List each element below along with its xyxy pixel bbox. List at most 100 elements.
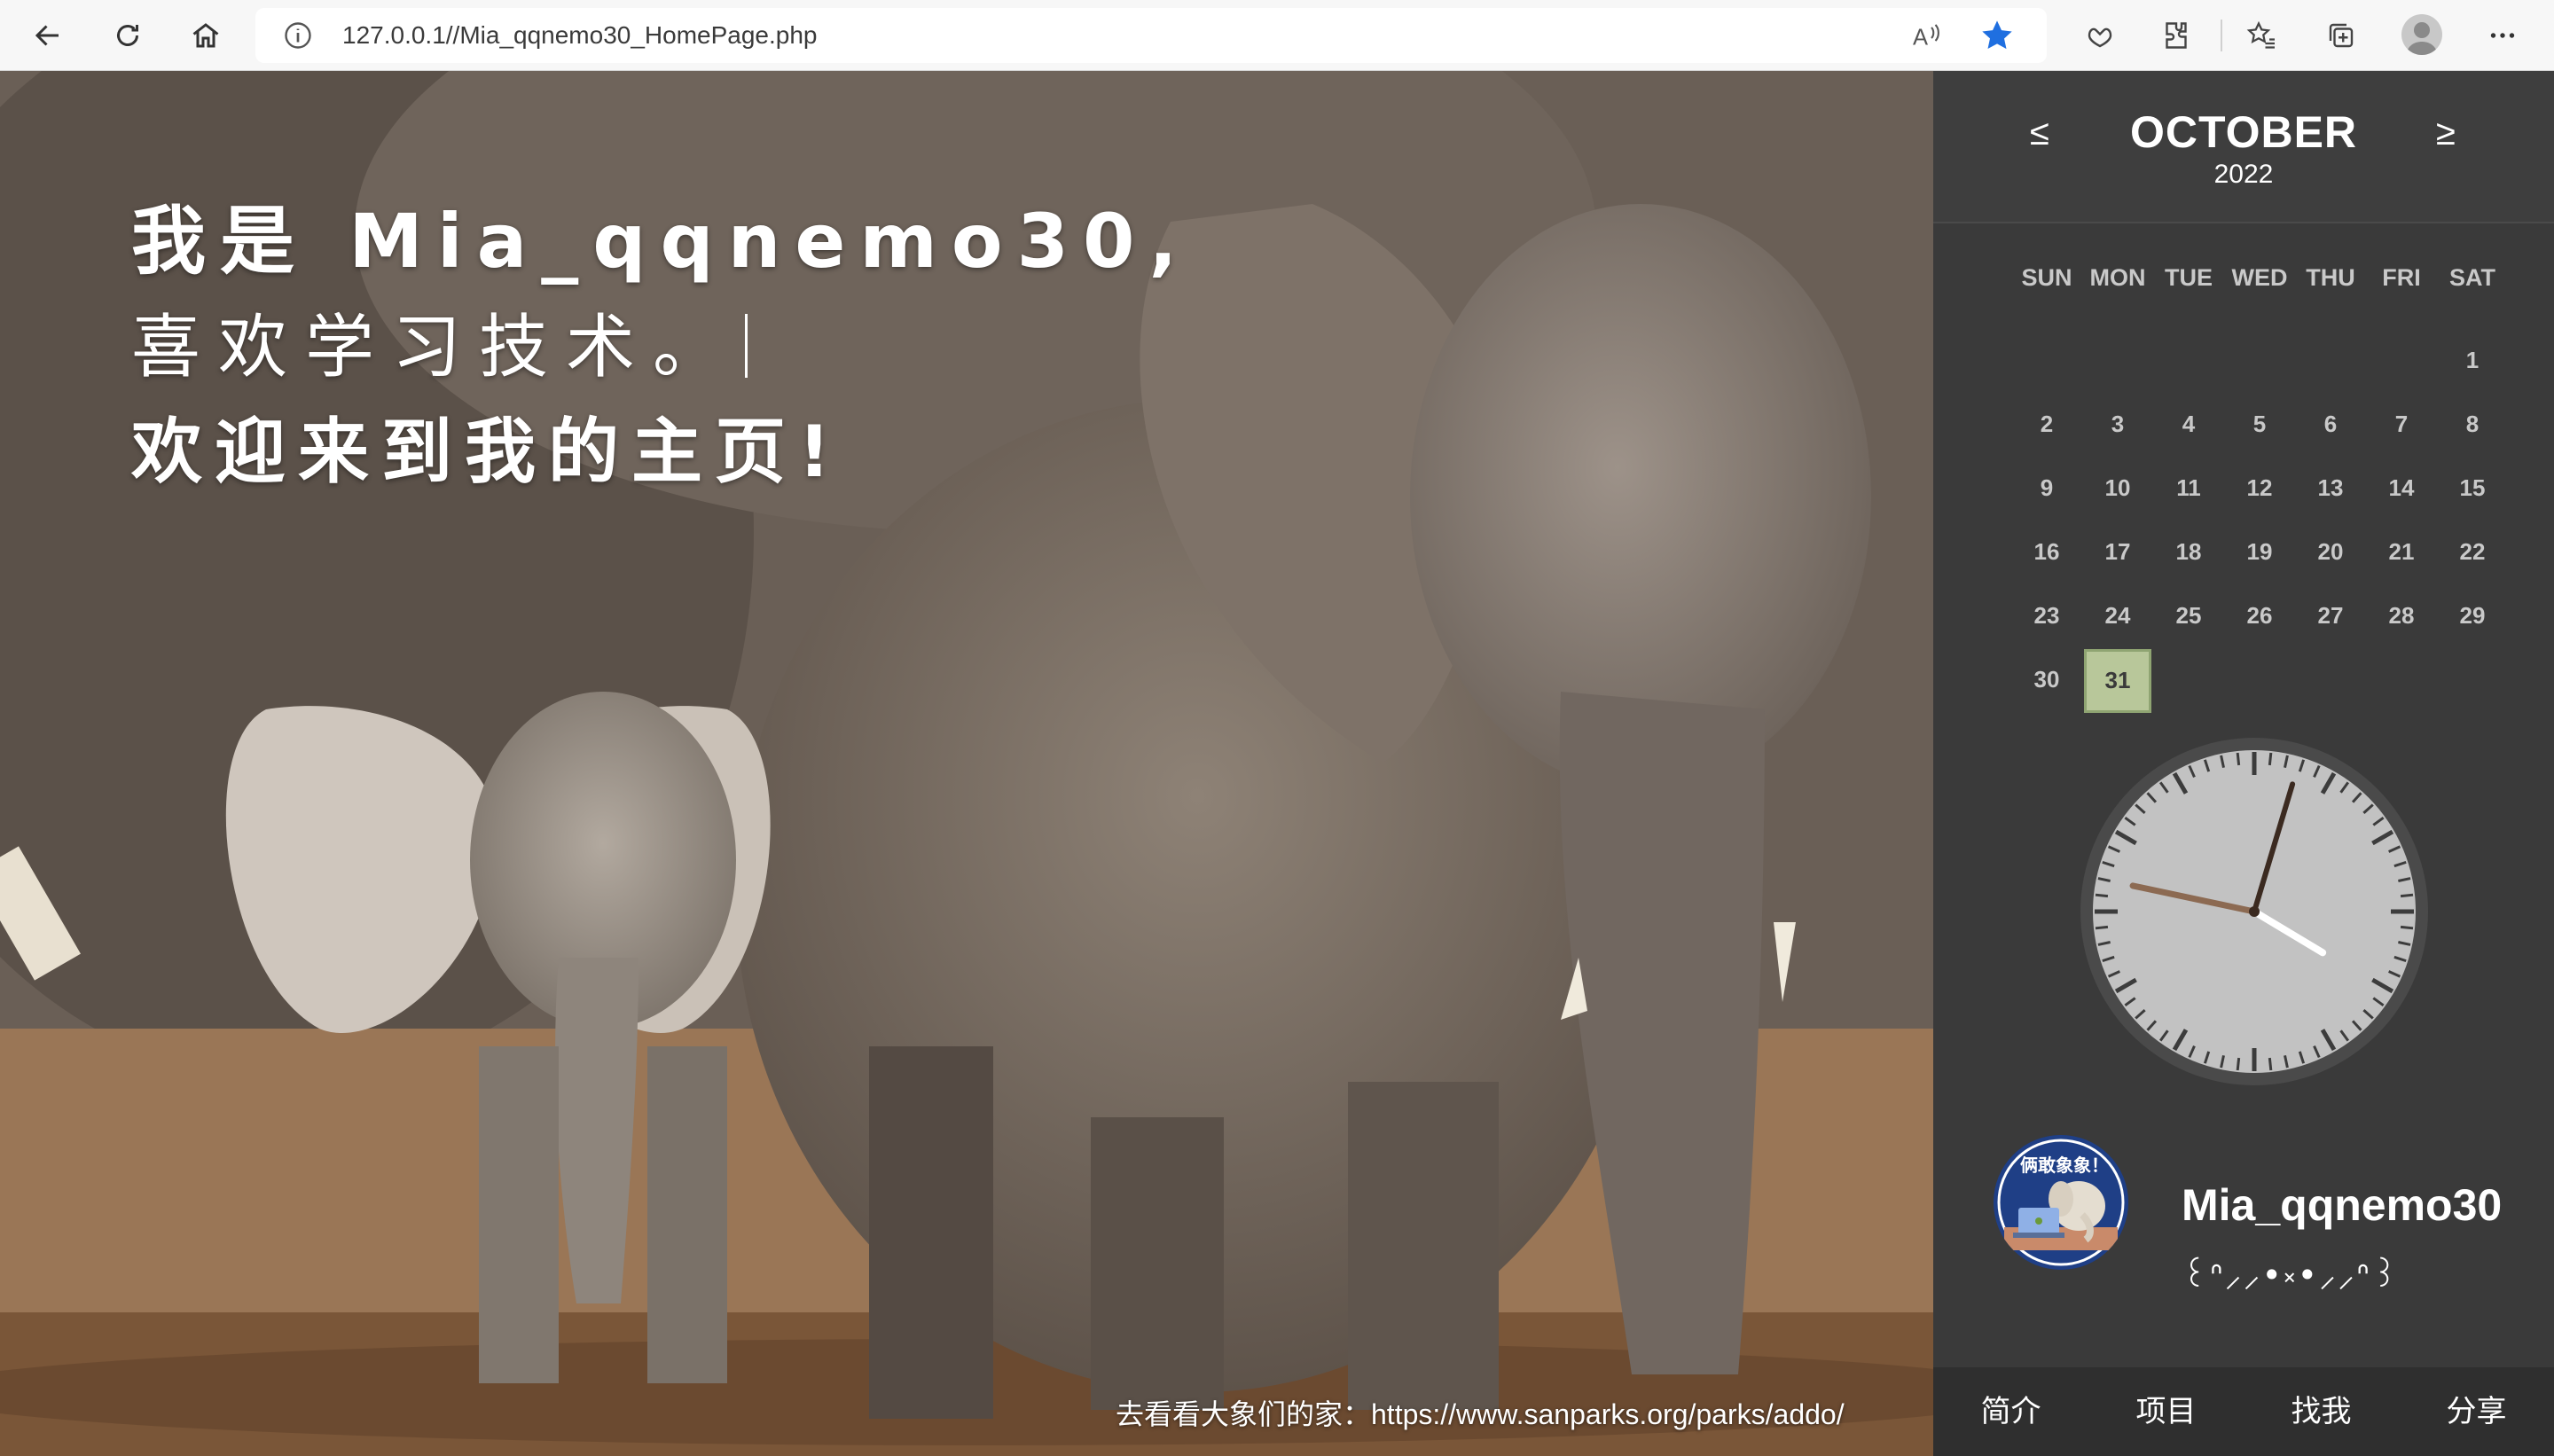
calendar-day-15[interactable]: 15 xyxy=(2437,456,2508,520)
greeting-block: 我是 Mia_qqnemo30, 喜欢学习技术。 欢迎来到我的主页! xyxy=(131,188,1191,504)
calendar-day-5[interactable]: 5 xyxy=(2224,392,2295,456)
weekday-thu: THU xyxy=(2306,264,2355,291)
home-icon xyxy=(192,23,219,48)
sidebar-nav: 简介 项目 找我 分享 xyxy=(1933,1367,2554,1456)
calendar-days: 1 2 3 4 5 6 7 8 9 10 11 12 13 14 15 16 17 18 19 20 21 22 23 24 2… xyxy=(2011,328,2508,713)
avatar-banner-text: 俩敢象象！ xyxy=(2020,1155,2109,1176)
calendar-day-19[interactable]: 19 xyxy=(2224,520,2295,583)
extensions-button[interactable] xyxy=(2153,12,2199,59)
home-button[interactable] xyxy=(183,12,229,59)
calendar-day-8[interactable]: 8 xyxy=(2437,392,2508,456)
svg-text:A: A xyxy=(1913,26,1928,51)
calendar-empty-cell xyxy=(2011,328,2082,392)
calendar-day-12[interactable]: 12 xyxy=(2224,456,2295,520)
profile-kaomoji: ꒰ᐢ⸝⸝•༝•⸝⸝ᐢ꒱ xyxy=(2182,1256,2400,1295)
calendar-day-9[interactable]: 9 xyxy=(2011,456,2082,520)
read-aloud-icon[interactable]: A xyxy=(1910,20,1942,51)
nav-item-1[interactable]: 项目 xyxy=(2088,1367,2244,1456)
calendar-header: ≤ OCTOBER 2022 ≥ xyxy=(1933,71,2554,223)
collections-icon xyxy=(2329,23,2354,48)
clock-tick xyxy=(2095,893,2109,898)
calendar-day-27[interactable]: 27 xyxy=(2295,583,2366,647)
nav-item-3[interactable]: 分享 xyxy=(2399,1367,2554,1456)
calendar-day-16[interactable]: 16 xyxy=(2011,520,2082,583)
heartbeat-icon xyxy=(2088,27,2112,48)
calendar-day-3[interactable]: 3 xyxy=(2082,392,2153,456)
clock-center xyxy=(2249,906,2260,917)
weekday-sun: SUN xyxy=(2021,264,2072,291)
calendar-day-30[interactable]: 30 xyxy=(2011,647,2082,711)
ellipsis-icon xyxy=(2490,33,2515,38)
calendar-day-11[interactable]: 11 xyxy=(2153,456,2224,520)
typing-caret xyxy=(745,314,748,378)
calendar-day-14[interactable]: 14 xyxy=(2366,456,2437,520)
calendar-day-25[interactable]: 25 xyxy=(2153,583,2224,647)
calendar-day-23[interactable]: 23 xyxy=(2011,583,2082,647)
toolbar-divider xyxy=(2221,20,2222,51)
greeting-line-3: 欢迎来到我的主页! xyxy=(131,411,843,493)
calendar-day-22[interactable]: 22 xyxy=(2437,520,2508,583)
weekday-mon: MON xyxy=(2089,264,2146,291)
refresh-icon xyxy=(117,25,138,46)
puzzle-icon xyxy=(2166,22,2187,49)
calendar-weekdays: SUN MON TUE WED THU FRI SAT xyxy=(2011,264,2508,292)
calendar-day-7[interactable]: 7 xyxy=(2366,392,2437,456)
weekday-sat: SAT xyxy=(2449,264,2495,291)
clock-tick xyxy=(2400,925,2414,930)
nav-item-0[interactable]: 简介 xyxy=(1933,1367,2088,1456)
clock-tick xyxy=(2400,893,2414,898)
profile-avatar[interactable]: 俩敢象象！ xyxy=(1994,1135,2128,1270)
calendar-day-1[interactable]: 1 xyxy=(2437,328,2508,392)
weekday-tue: TUE xyxy=(2165,264,2213,291)
calendar-day-17[interactable]: 17 xyxy=(2082,520,2153,583)
calendar-empty-cell xyxy=(2295,328,2366,392)
calendar-day-6[interactable]: 6 xyxy=(2295,392,2366,456)
calendar-day-21[interactable]: 21 xyxy=(2366,520,2437,583)
calendar-day-2[interactable]: 2 xyxy=(2011,392,2082,456)
clock-tick xyxy=(2268,752,2273,766)
info-icon[interactable] xyxy=(282,20,314,51)
park-link[interactable]: 去看看大象们的家：https://www.sanparks.org/parks/… xyxy=(1116,1392,1845,1433)
browser-toolbar: 127.0.0.1//Mia_qqnemo30_HomePage.php A xyxy=(0,0,2554,71)
url-text[interactable]: 127.0.0.1//Mia_qqnemo30_HomePage.php xyxy=(342,21,818,50)
greeting-line-1: 我是 Mia_qqnemo30, xyxy=(131,198,1192,285)
calendar-empty-cell xyxy=(2366,328,2437,392)
clock-tick xyxy=(2236,752,2241,766)
browser-essentials-button[interactable] xyxy=(2077,12,2123,59)
clock-tick xyxy=(2095,925,2109,930)
collections-button[interactable] xyxy=(2318,12,2364,59)
favorites-list-icon xyxy=(2246,20,2275,49)
sidebar: ≤ OCTOBER 2022 ≥ SUN MON TUE WED THU FRI SAT 1… xyxy=(1933,71,2554,1456)
calendar-next-button[interactable]: ≥ xyxy=(2428,114,2464,153)
calendar-empty-cell xyxy=(2153,328,2224,392)
back-button[interactable] xyxy=(25,12,71,59)
calendar-day-13[interactable]: 13 xyxy=(2295,456,2366,520)
clock-tick xyxy=(2236,1057,2241,1071)
calendar-empty-cell xyxy=(2082,328,2153,392)
address-bar[interactable]: 127.0.0.1//Mia_qqnemo30_HomePage.php A xyxy=(255,8,2047,63)
arrow-left-icon xyxy=(35,25,59,46)
favorite-star-icon[interactable] xyxy=(1979,18,2015,53)
calendar-day-24[interactable]: 24 xyxy=(2082,583,2153,647)
calendar-day-28[interactable]: 28 xyxy=(2366,583,2437,647)
refresh-button[interactable] xyxy=(105,12,151,59)
nav-item-2[interactable]: 找我 xyxy=(2244,1367,2399,1456)
profile-avatar-mini[interactable] xyxy=(2401,14,2442,55)
calendar-day-4[interactable]: 4 xyxy=(2153,392,2224,456)
calendar-day-29[interactable]: 29 xyxy=(2437,583,2508,647)
profile-name: Mia_qqnemo30 xyxy=(2182,1180,2503,1230)
calendar-day-10[interactable]: 10 xyxy=(2082,456,2153,520)
calendar-empty-cell xyxy=(2224,328,2295,392)
weekday-wed: WED xyxy=(2231,264,2288,291)
clock-tick xyxy=(2268,1057,2273,1071)
weekday-fri: FRI xyxy=(2382,264,2421,291)
calendar-day-26[interactable]: 26 xyxy=(2224,583,2295,647)
calendar-day-20[interactable]: 20 xyxy=(2295,520,2366,583)
analog-clock xyxy=(2080,738,2428,1085)
favorites-button[interactable] xyxy=(2238,12,2284,59)
user-icon xyxy=(2406,22,2438,55)
calendar-day-18[interactable]: 18 xyxy=(2153,520,2224,583)
more-menu-button[interactable] xyxy=(2480,12,2526,59)
greeting-line-2-text: 喜欢学习技术。 xyxy=(131,308,740,387)
calendar-day-31[interactable]: 31 xyxy=(2084,649,2151,713)
